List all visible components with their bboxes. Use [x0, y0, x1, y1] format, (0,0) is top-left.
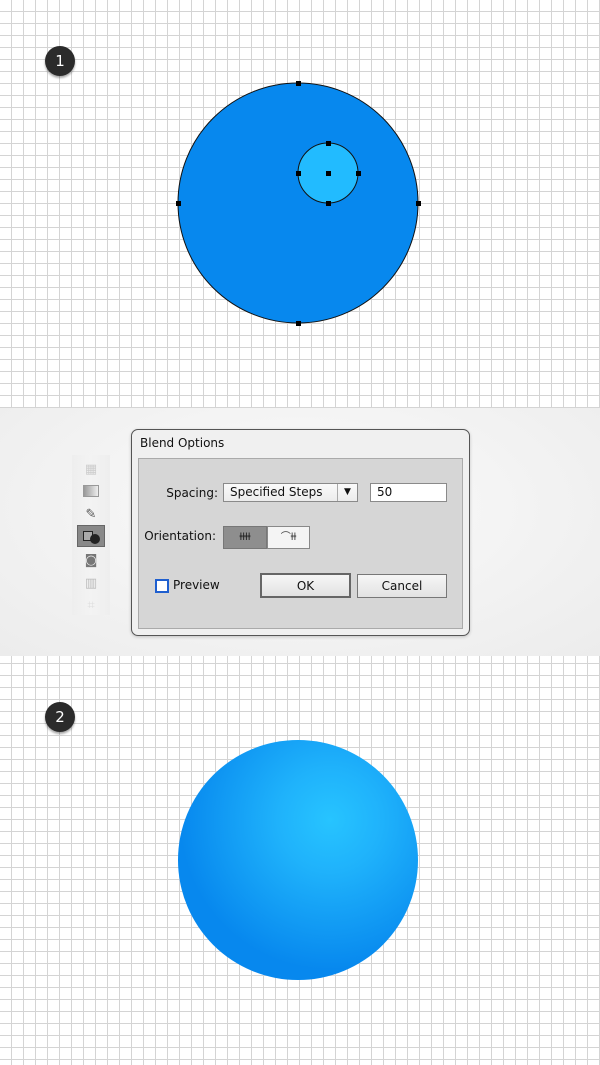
align-to-page-icon: ⱡⱡⱡⱡ	[239, 532, 251, 543]
align-to-path-icon: ⌒ⱡⱡ	[280, 532, 297, 543]
gradient-tool-icon[interactable]	[77, 481, 105, 501]
eyedropper-tool-icon[interactable]: ✎	[77, 504, 105, 524]
cancel-button[interactable]: Cancel	[357, 574, 447, 598]
blend-tool-icon[interactable]	[77, 525, 105, 547]
orientation-align-to-page-button[interactable]: ⱡⱡⱡⱡ	[223, 526, 267, 549]
graph-tool-icon[interactable]: ▥	[77, 573, 105, 593]
spacing-value: Specified Steps	[230, 485, 323, 499]
spacing-label: Spacing:	[166, 486, 218, 500]
preview-checkbox[interactable]	[155, 579, 169, 593]
artboard-grid-bottom	[0, 656, 600, 1065]
steps-input[interactable]: 50	[370, 483, 447, 502]
chevron-down-icon: ▼	[337, 484, 357, 501]
artboard-tool-icon[interactable]: ⌗	[77, 595, 105, 615]
ok-button[interactable]: OK	[260, 573, 351, 598]
big-circle[interactable]	[177, 82, 419, 324]
dialog-body: Spacing: Specified Steps ▼ 50 Orientatio…	[138, 458, 463, 629]
shapes-before-blend	[176, 81, 421, 326]
step-badge-2: 2	[45, 702, 75, 732]
dialog-title: Blend Options	[140, 436, 225, 450]
mesh-tool-icon[interactable]: ▦	[77, 459, 105, 479]
tools-panel: ▦ ✎ ◙ ▥ ⌗	[72, 455, 110, 615]
orientation-label: Orientation:	[144, 529, 216, 543]
blend-options-dialog: Blend Options Spacing: Specified Steps ▼…	[131, 429, 470, 636]
spacing-dropdown[interactable]: Specified Steps ▼	[223, 483, 358, 502]
orientation-align-to-path-button[interactable]: ⌒ⱡⱡ	[267, 526, 310, 549]
preview-label[interactable]: Preview	[173, 578, 220, 592]
symbol-sprayer-tool-icon[interactable]: ◙	[77, 550, 105, 570]
